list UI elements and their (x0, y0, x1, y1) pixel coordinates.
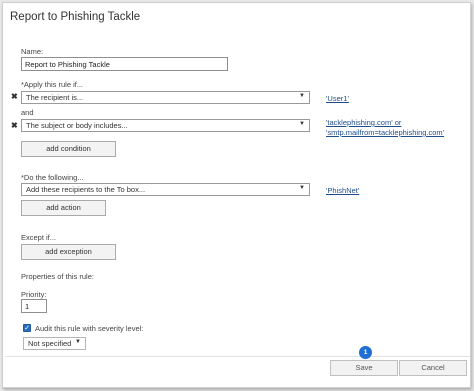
add-condition-button[interactable]: add condition (21, 141, 116, 157)
condition-2-link-a[interactable]: 'tacklephishing.com' or (326, 118, 401, 127)
remove-condition-1-icon[interactable]: ✖ (11, 92, 18, 101)
name-input[interactable]: Report to Phishing Tackle (21, 57, 228, 71)
action-select[interactable]: Add these recipients to the To box... ▼ (21, 183, 310, 196)
except-if-label: Except if... (21, 233, 57, 242)
condition-2-value: The subject or body includes... (26, 121, 128, 130)
condition-1-value: The recipient is... (26, 93, 84, 102)
severity-value: Not specified (28, 339, 72, 348)
action-link[interactable]: 'PhishNet' (326, 186, 359, 195)
severity-select[interactable]: Not specified ▼ (23, 337, 86, 350)
chevron-down-icon: ▼ (299, 93, 305, 99)
action-value: Add these recipients to the To box... (26, 185, 146, 194)
footer-divider (5, 356, 470, 357)
apply-if-label: *Apply this rule if... (21, 80, 84, 89)
remove-condition-2-icon[interactable]: ✖ (11, 121, 18, 130)
priority-input[interactable]: 1 (21, 299, 47, 313)
do-following-label: *Do the following... (21, 173, 84, 182)
audit-label: Audit this rule with severity level: (35, 324, 144, 333)
audit-checkbox[interactable]: ✓ (23, 324, 31, 332)
cancel-button[interactable]: Cancel (399, 360, 467, 376)
condition-1-select[interactable]: The recipient is... ▼ (21, 91, 310, 104)
name-label: Name: (21, 47, 44, 56)
step-badge: 1 (359, 346, 372, 359)
add-action-button[interactable]: add action (21, 200, 106, 216)
checkmark-icon: ✓ (24, 325, 30, 332)
save-button[interactable]: Save (330, 360, 398, 376)
properties-label: Properties of this rule: (21, 272, 94, 281)
chevron-down-icon: ▼ (299, 121, 305, 127)
chevron-down-icon: ▼ (299, 185, 305, 191)
condition-1-link[interactable]: 'User1' (326, 94, 349, 103)
rule-dialog: Report to Phishing Tackle Name: Report t… (2, 2, 471, 388)
dialog-title: Report to Phishing Tackle (10, 11, 141, 23)
condition-2-link-b[interactable]: 'smtp.mailfrom=tacklephishing.com' (326, 128, 444, 137)
chevron-down-icon: ▼ (75, 339, 81, 345)
priority-label: Priority: (21, 290, 47, 299)
and-label: and (21, 108, 34, 117)
condition-2-select[interactable]: The subject or body includes... ▼ (21, 119, 310, 132)
add-exception-button[interactable]: add exception (21, 244, 116, 260)
